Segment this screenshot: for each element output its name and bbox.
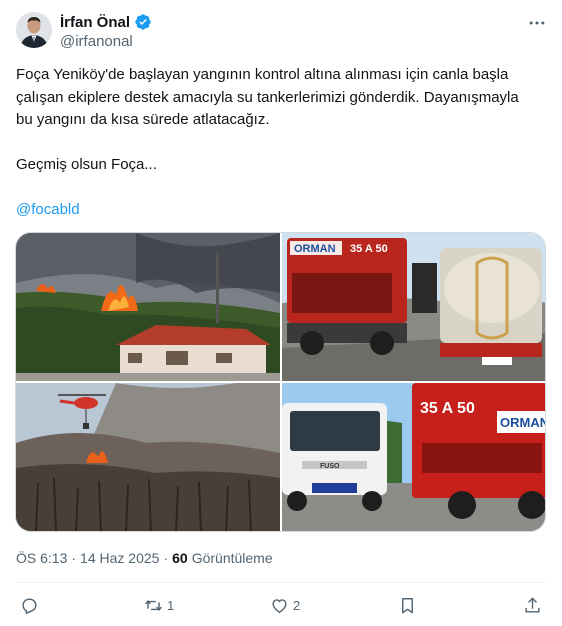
meta-separator: · — [71, 550, 77, 566]
photo-fire-trucks[interactable]: ORMAN 35 A 50 — [282, 233, 545, 381]
photo-pickup-truck[interactable]: FUSO 35 A 50 ORMAN — [282, 383, 546, 531]
retweet-icon — [145, 599, 162, 611]
share-icon — [525, 596, 540, 613]
bookmark-icon — [402, 597, 413, 613]
truck-brand-bottom-right: ORMAN — [500, 415, 546, 430]
author-display-name[interactable]: İrfan Önal — [60, 14, 130, 31]
photo-helicopter[interactable] — [16, 383, 280, 531]
reply-icon — [22, 597, 37, 614]
mention-link[interactable]: @focabld — [16, 199, 536, 222]
retweet-count: 1 — [167, 597, 175, 613]
divider — [16, 582, 546, 583]
pickup-brand: FUSO — [320, 463, 340, 470]
more-button[interactable] — [526, 12, 548, 34]
author-name-row: İrfan Önal — [60, 12, 152, 32]
tweet-date[interactable]: 14 Haz 2025 — [80, 550, 159, 566]
truck-brand-top-right: ORMAN — [294, 243, 336, 255]
tweet-closing: Geçmiş olsun Foça... — [16, 156, 157, 173]
tweet-meta: ÖS 6:13 · 14 Haz 2025 · 60 Görüntüleme — [16, 548, 273, 568]
share-button[interactable] — [523, 594, 542, 616]
bookmark-button[interactable] — [398, 594, 417, 616]
retweet-button[interactable]: 1 — [144, 594, 174, 616]
truck-plate-bottom-right: 35 A 50 — [420, 400, 475, 417]
verified-icon[interactable] — [134, 13, 152, 31]
action-bar: 1 2 — [16, 592, 546, 620]
views-label: Görüntüleme — [191, 550, 273, 566]
tweet-card: İrfan Önal @irfanonal Foça Yeniköy'de ba… — [0, 0, 562, 626]
tweet-body: Foça Yeniköy'de başlayan yangının kontro… — [16, 66, 523, 128]
meta-separator-2: · — [163, 550, 169, 566]
media-grid: ORMAN 35 A 50 FUSO 35 A 50 ORMAN — [15, 232, 546, 532]
author-handle[interactable]: @irfanonal — [60, 33, 133, 50]
views-count: 60 — [172, 550, 188, 566]
tweet-time[interactable]: ÖS 6:13 — [16, 550, 67, 566]
more-icon — [529, 21, 545, 25]
tweet-text: Foça Yeniköy'de başlayan yangının kontro… — [16, 64, 536, 222]
like-button[interactable]: 2 — [270, 594, 300, 616]
like-icon — [272, 598, 287, 613]
avatar[interactable] — [16, 12, 52, 48]
reply-button[interactable] — [20, 594, 39, 616]
like-count: 2 — [293, 597, 301, 613]
photo-house-fire[interactable] — [16, 233, 280, 381]
truck-plate-top-right: 35 A 50 — [350, 243, 388, 255]
